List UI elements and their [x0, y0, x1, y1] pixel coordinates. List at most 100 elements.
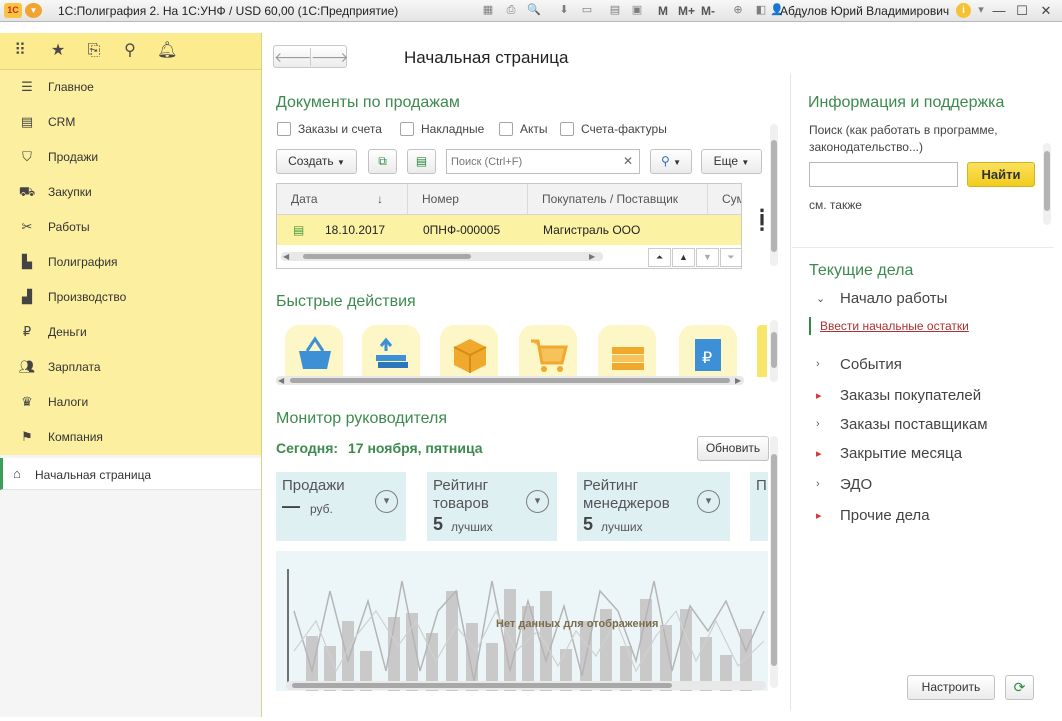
kpi-manager-rating[interactable]: Рейтинг менеджеров 5 лучших ▾: [577, 472, 730, 541]
table-hscroll-thumb[interactable]: [303, 254, 471, 259]
history-icon[interactable]: ⎘: [84, 41, 104, 61]
chart-hscroll[interactable]: [286, 681, 766, 690]
quick-tile-cart[interactable]: [519, 325, 577, 377]
panels-icon[interactable]: ◧: [753, 3, 769, 18]
kpi-partial[interactable]: П: [750, 472, 768, 541]
monitor-heading[interactable]: Монитор руководителя: [276, 410, 447, 428]
forward-arrow-icon[interactable]: 🡒: [310, 48, 349, 66]
memory-minus-button[interactable]: M-: [701, 4, 715, 18]
support-vscroll-thumb[interactable]: [1044, 151, 1050, 211]
support-search-input[interactable]: [809, 162, 958, 187]
sales-docs-heading[interactable]: Документы по продажам: [276, 94, 460, 112]
quick-actions-heading[interactable]: Быстрые действия: [276, 293, 416, 311]
bell-icon[interactable]: 🔔︎: [157, 41, 177, 61]
quick-tile-partial[interactable]: [757, 325, 767, 377]
chart-hscroll-thumb[interactable]: [292, 683, 672, 688]
copy-doc-button[interactable]: ⧉: [368, 149, 397, 174]
search-icon[interactable]: ⚲: [120, 41, 140, 61]
scroll-top-icon[interactable]: ⏶: [648, 248, 671, 267]
support-vscroll[interactable]: [1043, 143, 1051, 225]
filter-invoices-checkbox[interactable]: [400, 122, 414, 136]
quick-tile-payment-doc[interactable]: ₽: [679, 325, 737, 377]
quick-tile-basket[interactable]: [285, 325, 343, 377]
more-button[interactable]: Еще ▼: [701, 149, 762, 174]
scroll-down-icon[interactable]: ▼: [696, 248, 719, 267]
scroll-left-icon[interactable]: ◀: [278, 376, 284, 385]
chevron-down-icon[interactable]: ▾: [973, 3, 989, 18]
sidebar-item-main[interactable]: ☰ Главное: [0, 70, 261, 105]
table-row[interactable]: ▤ 18.10.2017 0ПНФ-000005 Магистраль ООО: [277, 215, 741, 245]
find-button[interactable]: Найти: [967, 162, 1035, 187]
sidebar-item-works[interactable]: ✂ Работы: [0, 210, 261, 245]
initial-balances-link[interactable]: Ввести начальные остатки: [820, 319, 969, 333]
quick-actions-vscroll[interactable]: [770, 320, 778, 382]
kpi-sales[interactable]: Продажи — руб. ▾: [276, 472, 406, 541]
quick-tile-money-stack[interactable]: [598, 325, 656, 377]
scroll-up-icon[interactable]: ▲: [672, 248, 695, 267]
minimize-button[interactable]: —: [990, 2, 1008, 19]
sidebar-item-money[interactable]: ₽ Деньги: [0, 315, 261, 350]
grid-icon[interactable]: ▦: [480, 3, 496, 18]
sidebar-item-taxes[interactable]: ♛ Налоги: [0, 385, 261, 420]
chevron-down-icon[interactable]: ▾: [526, 490, 549, 513]
close-button[interactable]: ✕: [1037, 2, 1055, 19]
table-hscroll[interactable]: ◀ ▶: [281, 252, 603, 261]
kpi-product-rating[interactable]: Рейтинг товаров 5 лучших ▾: [427, 472, 557, 541]
calculator-icon[interactable]: ▤: [607, 3, 623, 18]
sidebar-item-company[interactable]: ⚑ Компания: [0, 420, 261, 455]
configure-button[interactable]: Настроить: [907, 675, 995, 700]
info-icon[interactable]: i: [956, 3, 971, 18]
quick-actions-hscroll[interactable]: ◀ ▶: [276, 376, 744, 385]
filter-orders-checkbox[interactable]: [277, 122, 291, 136]
star-icon[interactable]: ★: [48, 41, 68, 61]
print-icon[interactable]: ⎙: [503, 3, 519, 18]
memory-plus-button[interactable]: M+: [678, 4, 695, 18]
column-header-partner[interactable]: Покупатель / Поставщик: [528, 184, 708, 215]
search-button[interactable]: ⚲ ▼: [650, 149, 692, 174]
monitor-vscroll-thumb[interactable]: [771, 454, 777, 666]
column-header-sum[interactable]: Сум: [708, 184, 741, 215]
calendar-icon[interactable]: ▣: [629, 3, 645, 18]
create-button[interactable]: Создать ▼: [276, 149, 357, 174]
memory-button[interactable]: M: [658, 4, 668, 18]
quick-tile-box[interactable]: [440, 325, 498, 377]
back-arrow-icon[interactable]: 🡐: [274, 48, 312, 66]
chevron-down-icon[interactable]: ▾: [375, 490, 398, 513]
list-search-field[interactable]: ✕: [446, 149, 640, 174]
sidebar-item-sales[interactable]: ⛉ Продажи: [0, 140, 261, 175]
column-header-number[interactable]: Номер: [408, 184, 528, 215]
main-menu-button[interactable]: ▼: [25, 3, 42, 18]
list-search-input[interactable]: [451, 153, 619, 170]
sidebar-item-production[interactable]: ▟ Производство: [0, 280, 261, 315]
quick-actions-vscroll-thumb[interactable]: [771, 332, 777, 368]
scroll-right-icon[interactable]: ▶: [735, 376, 741, 385]
chevron-down-icon[interactable]: ▾: [697, 490, 720, 513]
refresh-tasks-button[interactable]: ⟳: [1005, 675, 1034, 700]
filter-vat-invoices-checkbox[interactable]: [560, 122, 574, 136]
tasks-heading[interactable]: Текущие дела: [809, 262, 913, 280]
sidebar-item-printing[interactable]: ▙ Полиграфия: [0, 245, 261, 280]
zoom-icon[interactable]: ⊕: [730, 3, 746, 18]
printer-icon[interactable]: ▭: [579, 3, 595, 18]
list-settings-button[interactable]: ▤: [407, 149, 436, 174]
section-vscroll-thumb[interactable]: [771, 140, 777, 252]
sidebar-item-purchases[interactable]: ⛟ Закупки: [0, 175, 261, 210]
monitor-vscroll[interactable]: [770, 436, 778, 688]
quick-actions-hscroll-thumb[interactable]: [290, 378, 730, 383]
column-header-date[interactable]: Дата ↓: [277, 184, 408, 215]
user-name[interactable]: Абдулов Юрий Владимирович: [780, 4, 949, 18]
sidebar-item-crm[interactable]: ▤ CRM: [0, 105, 261, 140]
apps-grid-icon[interactable]: ⠿: [10, 41, 30, 61]
preview-icon[interactable]: 🔍: [526, 3, 542, 18]
clear-icon[interactable]: ✕: [623, 154, 633, 168]
quick-tile-money-upload[interactable]: [362, 325, 420, 377]
support-heading[interactable]: Информация и поддержка: [808, 94, 1004, 112]
open-page-home[interactable]: ⌂ Начальная страница: [0, 458, 261, 490]
scroll-bottom-icon[interactable]: ⏷: [720, 248, 741, 267]
refresh-button[interactable]: Обновить: [697, 436, 769, 461]
row-menu-icon[interactable]: ⋮ ⋮: [753, 207, 771, 233]
sidebar-item-salary[interactable]: 👥︎ Зарплата: [0, 350, 261, 385]
section-vscroll[interactable]: [770, 124, 778, 266]
scroll-right-icon[interactable]: ▶: [589, 252, 595, 261]
filter-acts-checkbox[interactable]: [499, 122, 513, 136]
